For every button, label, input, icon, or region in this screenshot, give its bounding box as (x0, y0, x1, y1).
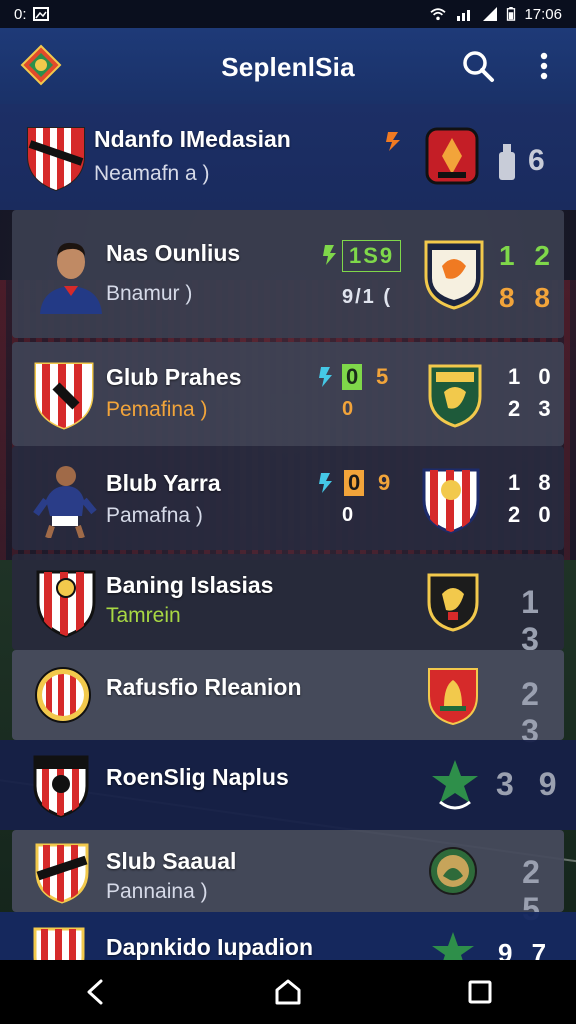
list-item-team-3[interactable]: Glub Prahes Pemafina ) 0 5 0 1 0 2 3 (12, 342, 564, 446)
opponent-crest-icon (428, 668, 478, 726)
score-top: 1 8 (508, 470, 557, 495)
team-subtitle: Tamrein (106, 604, 181, 627)
team-name: RoenSlig Naplus (106, 764, 289, 790)
team-name: Ndanfo IMedasian (94, 126, 291, 152)
bolt-icon (323, 245, 336, 265)
list-item-team-2[interactable]: Nas Ounlius Bnamur ) 1S9 9/1 ( 1 2 8 8 (12, 210, 564, 338)
image-notification-icon (32, 7, 49, 21)
match-time: 0 (342, 504, 354, 526)
chip-score-a: 0 (344, 470, 365, 496)
battery-icon (507, 7, 516, 21)
score-bottom: 2 0 (508, 502, 557, 527)
team-subtitle: Pamafna ) (106, 504, 203, 527)
team-score: 6 (528, 144, 545, 177)
team-name: Dapnkido Iupadion (106, 934, 313, 960)
team-crest-icon (33, 755, 89, 818)
team-subtitle: Pannaina ) (106, 880, 208, 903)
player-photo (40, 242, 102, 314)
bolt-icon (319, 473, 332, 493)
recents-icon (468, 980, 492, 1004)
list-item-team-6[interactable]: Rafusfio Rleanion 2 3 (12, 650, 564, 749)
opponent-crest-icon (429, 847, 477, 895)
back-button[interactable] (72, 968, 120, 1016)
team-crest-icon (33, 927, 85, 960)
list-item-team-5[interactable]: Baning Islasias Tamrein 1 3 (12, 554, 564, 657)
status-bar: 0: 17:06 (0, 0, 576, 28)
list-item-team-4[interactable]: Blub Yarra Pamafna ) 0 9 0 1 8 2 0 (12, 446, 564, 550)
signal-icon (457, 10, 471, 21)
bolt-icon (386, 132, 400, 151)
system-nav-bar (0, 960, 576, 1024)
team-name: Rafusfio Rleanion (106, 674, 302, 700)
home-icon (275, 979, 301, 1005)
list-item-team-1[interactable]: Ndanfo IMedasian Neamafn a ) 6 (0, 104, 576, 210)
team-score: 1 3 (521, 584, 547, 657)
back-icon (87, 979, 103, 1005)
chip-score-b: 5 (376, 364, 389, 389)
team-name: Blub Yarra (106, 470, 221, 496)
team-score: 9 7 (498, 938, 553, 960)
search-icon (463, 51, 494, 82)
team-name: Glub Prahes (106, 364, 242, 390)
team-crest-icon (27, 127, 85, 192)
team-name: Nas Ounlius (106, 240, 241, 266)
team-crest-icon (35, 843, 89, 904)
opponent-crest-icon (428, 364, 482, 428)
wifi-icon (430, 8, 447, 21)
overflow-menu-button[interactable] (528, 46, 560, 86)
app-logo-icon[interactable] (20, 44, 62, 86)
opponent-star-icon (432, 932, 474, 960)
bottle-icon (499, 144, 515, 180)
more-vert-icon (540, 52, 548, 80)
list-item-team-8[interactable]: Slub Saaual Pannaina ) 2 5 (12, 830, 564, 927)
search-button[interactable] (458, 46, 498, 86)
score-top: 1 2 (499, 240, 556, 271)
player-photo (33, 466, 97, 538)
match-time: 0 (342, 398, 354, 420)
home-button[interactable] (264, 968, 312, 1016)
team-subtitle: Neamafn a ) (94, 162, 210, 185)
list-item-team-7[interactable]: RoenSlig Naplus 3 9 (0, 740, 576, 830)
recents-button[interactable] (456, 968, 504, 1016)
team-name: Slub Saaual (106, 848, 237, 874)
status-time: 17:06 (524, 5, 562, 23)
app-bar: SeplenlSia (0, 28, 576, 104)
team-subtitle: Pemafina ) (106, 398, 208, 421)
signal-icon-2 (483, 7, 498, 21)
team-crest-icon (35, 667, 91, 723)
team-subtitle: Bnamur ) (106, 282, 193, 305)
team-crest-icon (34, 362, 94, 430)
team-score: 3 9 (496, 766, 565, 802)
list-item-team-9[interactable]: Dapnkido Iupadion 9 7 (0, 912, 576, 960)
status-left-text: 0: (14, 5, 27, 23)
chip-score-a: 0 (342, 364, 363, 390)
highlight-score: 1S9 (342, 240, 402, 272)
team-name: Baning Islasias (106, 572, 274, 598)
bolt-icon (319, 367, 332, 387)
chip-score-b: 9 (378, 470, 391, 495)
opponent-crest-icon (424, 240, 484, 310)
opponent-crest-icon (427, 573, 479, 632)
opponent-star-icon (432, 760, 478, 810)
team-list: Ndanfo IMedasian Neamafn a ) 6 Nas Ounli… (0, 104, 576, 960)
opponent-crest-icon (422, 468, 480, 534)
score-bottom: 2 3 (508, 396, 557, 421)
team-crest-icon (36, 570, 96, 638)
score-top: 1 0 (508, 364, 557, 389)
opponent-crest-icon (425, 127, 479, 185)
match-time: 9/1 ( (342, 286, 393, 308)
team-score: 2 3 (521, 676, 547, 749)
score-bottom: 8 8 (499, 282, 556, 313)
